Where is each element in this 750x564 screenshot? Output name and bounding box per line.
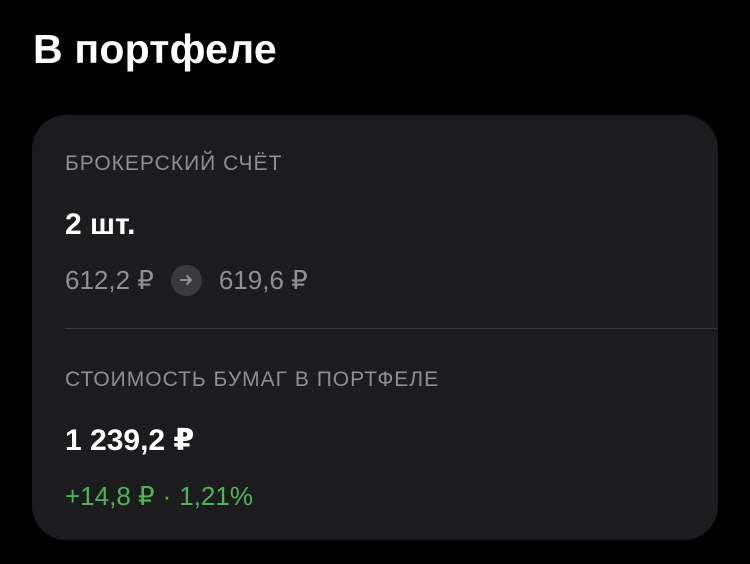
- holdings-change-row: +14,8 ₽ · 1,21%: [65, 479, 718, 513]
- broker-account-block: БРОКЕРСКИЙ СЧЁТ 2 шт. 612,2 ₽ 619,6 ₽: [65, 151, 718, 297]
- portfolio-screen: В портфеле БРОКЕРСКИЙ СЧЁТ 2 шт. 612,2 ₽…: [0, 0, 750, 564]
- price-to: 619,6 ₽: [218, 264, 308, 295]
- change-separator: ·: [162, 480, 172, 511]
- change-absolute: +14,8 ₽: [65, 480, 155, 511]
- card-divider: [65, 328, 718, 329]
- portfolio-card: БРОКЕРСКИЙ СЧЁТ 2 шт. 612,2 ₽ 619,6 ₽ СТ…: [32, 115, 718, 540]
- broker-account-label: БРОКЕРСКИЙ СЧЁТ: [65, 152, 283, 175]
- holdings-total-value: 1 239,2 ₽: [65, 424, 195, 457]
- price-change-row: 612,2 ₽ 619,6 ₽: [65, 263, 718, 297]
- holdings-value-block: СТОИМОСТЬ БУМАГ В ПОРТФЕЛЕ 1 239,2 ₽ +14…: [65, 367, 718, 513]
- arrow-right-icon: [170, 264, 202, 296]
- quantity-value: 2 шт.: [65, 208, 136, 241]
- price-from: 612,2 ₽: [65, 264, 154, 295]
- section-title: В портфеле: [33, 26, 277, 72]
- holdings-value-label: СТОИМОСТЬ БУМАГ В ПОРТФЕЛЕ: [65, 368, 440, 391]
- change-percent: 1,21%: [179, 480, 253, 511]
